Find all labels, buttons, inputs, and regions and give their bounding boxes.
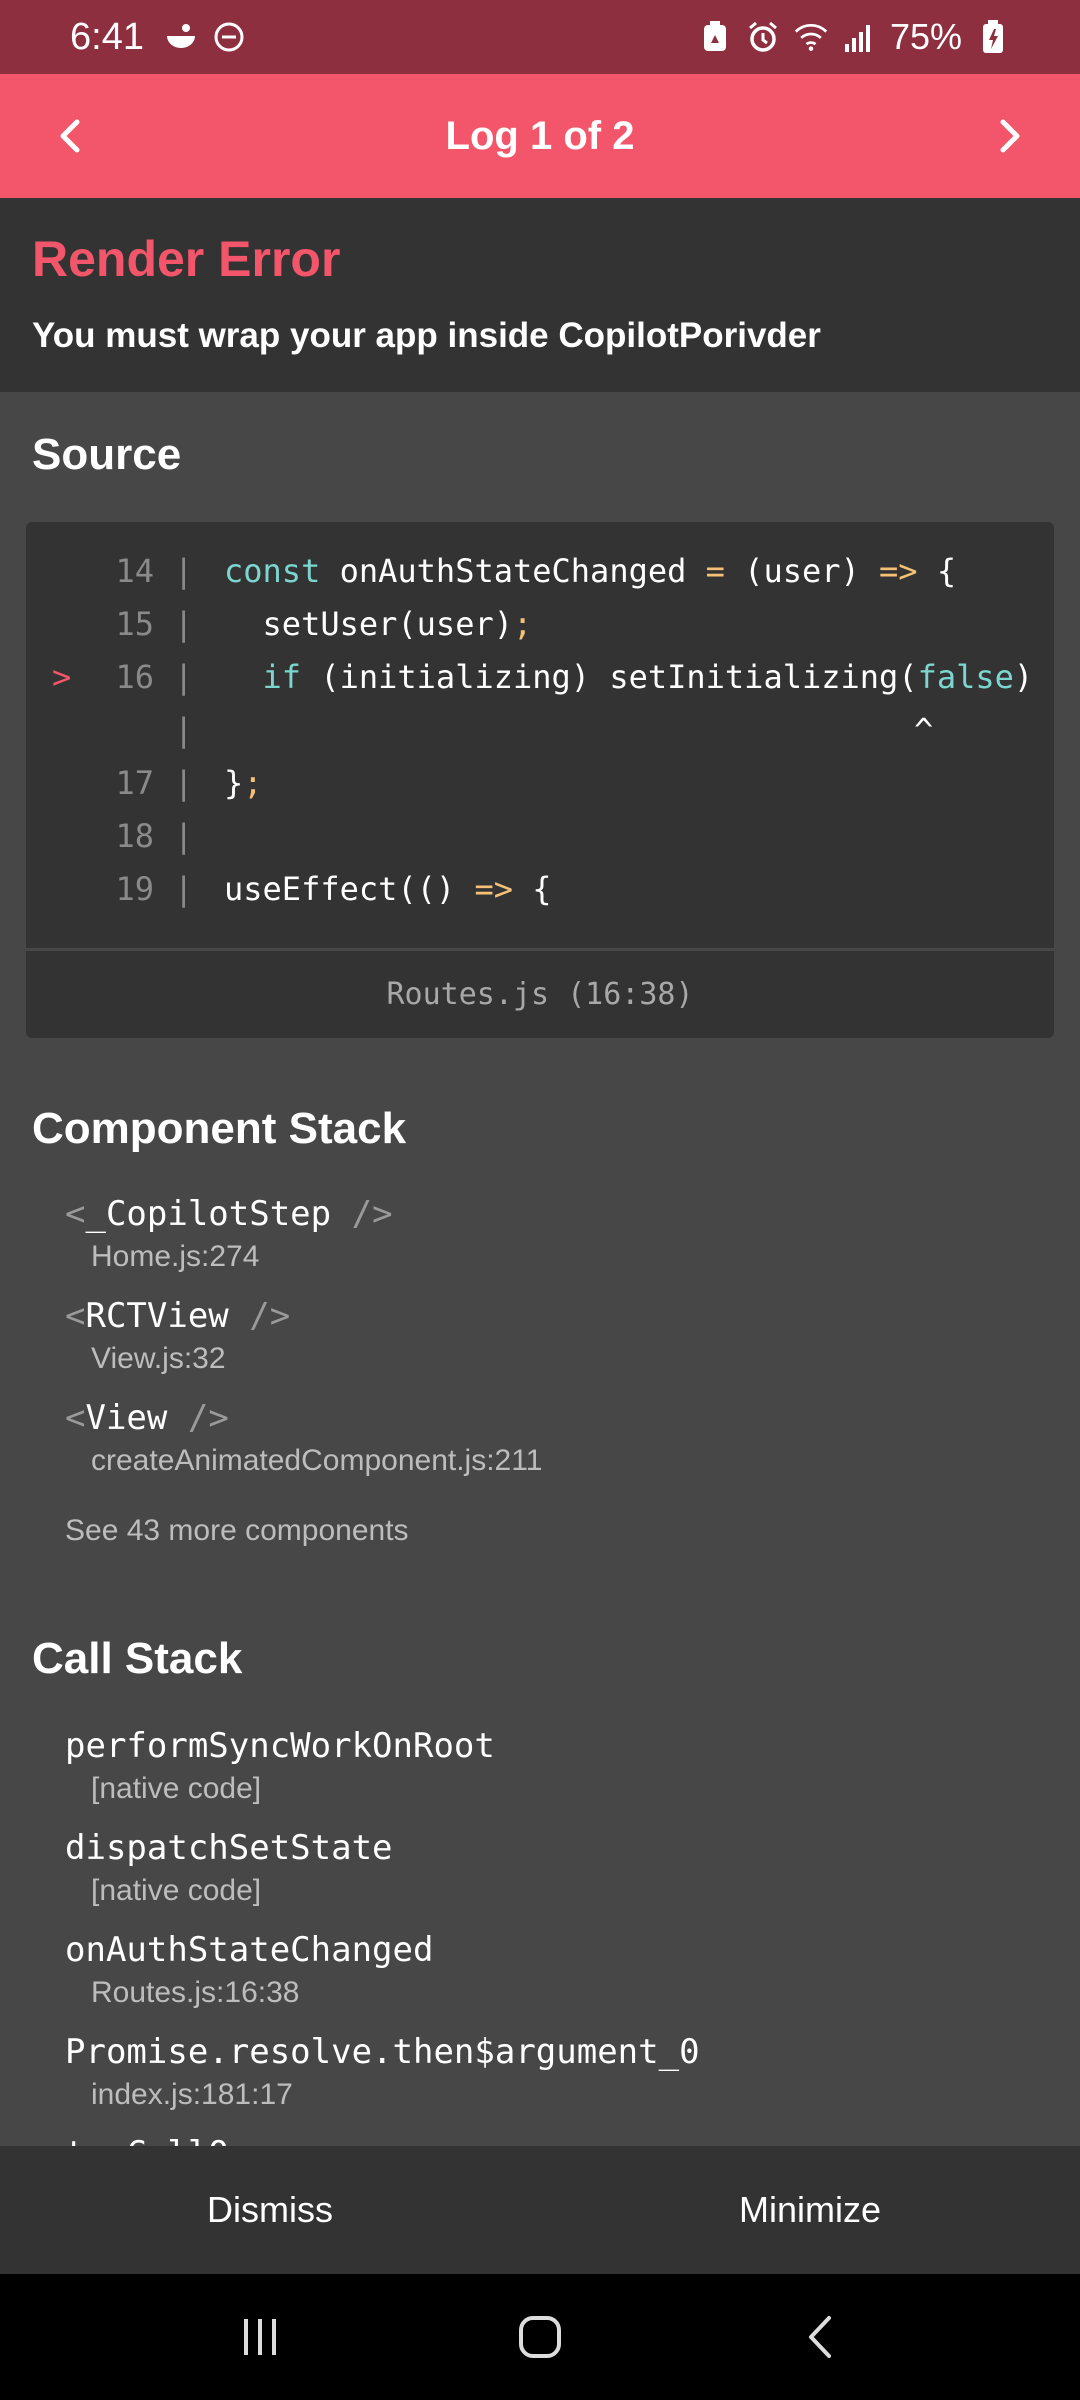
call-frame-name: onAuthStateChanged: [65, 1930, 434, 1970]
call-frame-file: [native code]: [91, 1772, 262, 1805]
code-lines: 14 | const onAuthStateChanged = (user) =…: [26, 546, 1054, 917]
battery-percent: 75%: [889, 16, 962, 57]
recent-apps-button[interactable]: [220, 2297, 300, 2377]
error-title: Render Error: [32, 231, 341, 287]
status-right: 75%: [698, 16, 1010, 58]
component-name: View: [85, 1398, 168, 1438]
call-frame-name: dispatchSetState: [65, 1828, 393, 1868]
line-number: 14: [115, 552, 154, 590]
call-frame[interactable]: dispatchSetState [native code]: [65, 1828, 393, 1908]
battery-saver-icon: [698, 20, 732, 54]
source-title: Source: [32, 430, 182, 479]
log-actions: Dismiss Minimize: [0, 2146, 1080, 2274]
error-caret: ^: [914, 711, 934, 749]
alarm-icon: [746, 20, 780, 54]
line-code: };: [224, 764, 263, 802]
line-code: setUser(user);: [224, 605, 533, 643]
error-summary: Render Error You must wrap your app insi…: [0, 198, 1080, 392]
component-name: RCTView: [85, 1296, 229, 1336]
code-line: 19 | useEffect(() => {: [26, 864, 1054, 917]
line-number: 15: [115, 605, 154, 643]
home-button[interactable]: [500, 2297, 580, 2377]
code-line-highlighted: > 16 | if (initializing) setInitializing…: [52, 658, 1034, 696]
code-line: 15 | setUser(user);: [26, 599, 1054, 652]
code-line: 17 | };: [26, 758, 1054, 811]
log-header: Log 1 of 2: [0, 74, 1080, 198]
signal-icon: [842, 20, 876, 54]
do-not-disturb-icon: [212, 20, 246, 54]
wifi-icon: [794, 20, 828, 54]
code-frame[interactable]: 14 | const onAuthStateChanged = (user) =…: [26, 522, 1054, 1038]
battery-icon: [976, 20, 1010, 54]
call-stack-title: Call Stack: [32, 1634, 243, 1683]
call-frame[interactable]: onAuthStateChanged Routes.js:16:38: [65, 1930, 433, 2010]
back-button[interactable]: [780, 2297, 860, 2377]
dismiss-button[interactable]: Dismiss: [0, 2146, 540, 2274]
home-icon: [519, 2316, 561, 2358]
code-line-caret: | ^: [174, 711, 934, 749]
status-bar: 6:41 75%: [0, 0, 1080, 74]
line-number: 18: [115, 817, 154, 855]
component-frame[interactable]: <_CopilotStep /> Home.js:274: [65, 1194, 393, 1274]
component-frame[interactable]: <View /> createAnimatedComponent.js:211: [65, 1398, 542, 1478]
next-log-button[interactable]: [980, 106, 1040, 166]
component-file: Home.js:274: [91, 1240, 260, 1273]
chevron-right-icon: [1000, 119, 1020, 153]
recent-apps-icon: [244, 2319, 276, 2355]
error-details[interactable]: Source 14 | const onAuthStateChanged = (…: [0, 392, 1080, 2146]
component-name: _CopilotStep: [85, 1194, 332, 1234]
component-stack-title: Component Stack: [32, 1104, 407, 1153]
line-code: if (initializing) setInitializing(false): [262, 658, 1034, 696]
line-marker: >: [52, 658, 72, 696]
code-line: 18 |: [26, 811, 1054, 864]
line-code: const onAuthStateChanged = (user) => {: [224, 552, 957, 590]
call-frame-name: tryCallO: [65, 2134, 229, 2146]
call-frame-name: performSyncWorkOnRoot: [65, 1726, 495, 1766]
status-left-icons: [164, 20, 246, 54]
back-icon: [809, 2316, 831, 2358]
minimize-button[interactable]: Minimize: [540, 2146, 1080, 2274]
call-frame[interactable]: tryCallO: [65, 2134, 229, 2146]
line-number: 17: [115, 764, 154, 802]
chevron-left-icon: [60, 119, 80, 153]
call-frame-file: index.js:181:17: [91, 2078, 293, 2111]
log-title: Log 1 of 2: [445, 113, 635, 158]
notification-icon: [164, 20, 198, 54]
call-frame[interactable]: performSyncWorkOnRoot [native code]: [65, 1726, 495, 1806]
error-message: You must wrap your app inside CopilotPor…: [32, 316, 821, 355]
code-line: 14 | const onAuthStateChanged = (user) =…: [26, 546, 1054, 599]
status-time: 6:41: [70, 15, 144, 58]
previous-log-button[interactable]: [40, 106, 100, 166]
call-frame-file: [native code]: [91, 1874, 262, 1907]
call-frame-file: Routes.js:16:38: [91, 1976, 300, 2009]
line-code: useEffect(() => {: [224, 870, 552, 908]
call-frame-name: Promise.resolve.then$argument_0: [65, 2032, 700, 2072]
call-frame[interactable]: Promise.resolve.then$argument_0 index.js…: [65, 2032, 700, 2112]
component-file: View.js:32: [91, 1342, 226, 1375]
line-number: 19: [115, 870, 154, 908]
component-file: createAnimatedComponent.js:211: [91, 1444, 543, 1477]
line-number: 16: [115, 658, 154, 696]
component-frame[interactable]: <RCTView /> View.js:32: [65, 1296, 290, 1376]
see-more-components-link[interactable]: See 43 more components: [65, 1514, 409, 1548]
source-location-link[interactable]: Routes.js (16:38): [26, 948, 1054, 1038]
system-nav-bar: [0, 2274, 1080, 2400]
